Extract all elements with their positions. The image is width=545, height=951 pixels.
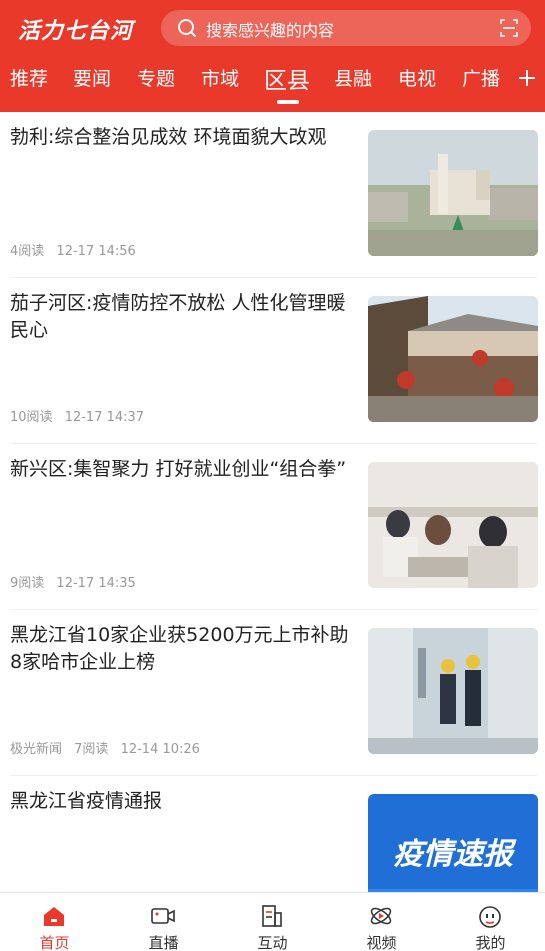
tab-districts[interactable]: 区县 <box>264 61 310 95</box>
nav-interact[interactable]: 互动 <box>218 893 327 951</box>
news-reads: 4阅读 <box>10 244 45 259</box>
tab-headlines[interactable]: 要闻 <box>73 64 111 91</box>
nav-profile[interactable]: 我的 <box>436 893 545 951</box>
news-reads: 9阅读 <box>10 576 45 591</box>
play-orbit-icon <box>370 907 392 925</box>
active-tab-indicator <box>277 100 299 104</box>
tab-topics[interactable]: 专题 <box>137 64 175 91</box>
news-reads: 7阅读 <box>74 742 109 757</box>
tab-radio[interactable]: 广播 <box>462 64 500 91</box>
search-placeholder: 搜索感兴趣的内容 <box>206 21 335 40</box>
nav-video[interactable]: 视频 <box>327 893 436 951</box>
app-header: 活力七台河 搜索感兴趣的内容 推荐 要闻 专题 市域 区县 县融 电视 广播 <box>0 0 545 112</box>
news-title: 黑龙江省疫情通报 <box>10 790 163 812</box>
news-reads: 10阅读 <box>10 410 53 425</box>
home-icon <box>44 907 64 926</box>
nav-live[interactable]: 直播 <box>109 893 218 951</box>
channel-tabs: 推荐 要闻 专题 市域 区县 县融 电视 广播 <box>0 60 545 100</box>
nav-label: 我的 <box>475 934 506 951</box>
news-thumbnail <box>368 130 538 256</box>
news-meta: 4阅读 12-17 14:56 <box>10 240 144 259</box>
news-meta: 10阅读 12-17 14:37 <box>10 406 152 425</box>
news-title: 茄子河区:疫情防控不放松 人性化管理暖民心 <box>10 292 346 341</box>
nav-label: 视频 <box>366 934 397 951</box>
news-item[interactable]: 茄子河区:疫情防控不放松 人性化管理暖民心 10阅读 12-17 14:37 <box>0 278 545 444</box>
tab-county-media[interactable]: 县融 <box>334 64 372 91</box>
scan-icon[interactable] <box>499 18 519 38</box>
tab-tv[interactable]: 电视 <box>398 64 436 91</box>
search-bar[interactable]: 搜索感兴趣的内容 <box>161 10 531 46</box>
search-icon <box>178 19 196 37</box>
news-time: 12-14 10:26 <box>120 742 200 757</box>
news-title: 黑龙江省10家企业获5200万元上市补助 8家哈市企业上榜 <box>10 624 349 673</box>
bottom-nav: 首页 直播 互动 视频 我的 <box>0 892 545 951</box>
nav-label: 直播 <box>148 934 179 951</box>
nav-label: 首页 <box>39 934 70 951</box>
app-logo: 活力七台河 <box>18 19 134 44</box>
news-item[interactable]: 黑龙江省10家企业获5200万元上市补助 8家哈市企业上榜 极光新闻 7阅读 1… <box>0 610 545 776</box>
news-time: 12-17 14:56 <box>56 244 136 259</box>
news-thumbnail <box>368 296 538 422</box>
news-thumbnail <box>368 462 538 588</box>
news-time: 12-17 14:35 <box>56 576 136 591</box>
news-thumbnail <box>368 628 538 754</box>
document-icon <box>262 905 282 927</box>
news-meta: 9阅读 12-17 14:35 <box>10 572 144 591</box>
nav-label: 互动 <box>257 934 288 951</box>
news-item[interactable]: 新兴区:集智聚力 打好就业创业“组合拳” 9阅读 12-17 14:35 <box>0 444 545 610</box>
news-title: 勃利:综合整治见成效 环境面貌大改观 <box>10 126 327 148</box>
profile-face-icon <box>479 906 501 928</box>
tab-recommend[interactable]: 推荐 <box>10 64 48 91</box>
news-title: 新兴区:集智聚力 打好就业创业“组合拳” <box>10 458 347 480</box>
tab-city[interactable]: 市域 <box>201 64 239 91</box>
thumb-text: 疫情速报 <box>393 837 517 872</box>
add-channel-icon[interactable] <box>517 68 537 88</box>
news-source: 极光新闻 <box>10 742 63 757</box>
video-camera-icon <box>151 908 175 924</box>
news-time: 12-17 14:37 <box>64 410 145 425</box>
nav-home[interactable]: 首页 <box>0 893 109 951</box>
news-meta: 极光新闻 7阅读 12-14 10:26 <box>10 738 208 757</box>
news-item[interactable]: 勃利:综合整治见成效 环境面貌大改观 4阅读 12-17 14:56 <box>0 112 545 278</box>
